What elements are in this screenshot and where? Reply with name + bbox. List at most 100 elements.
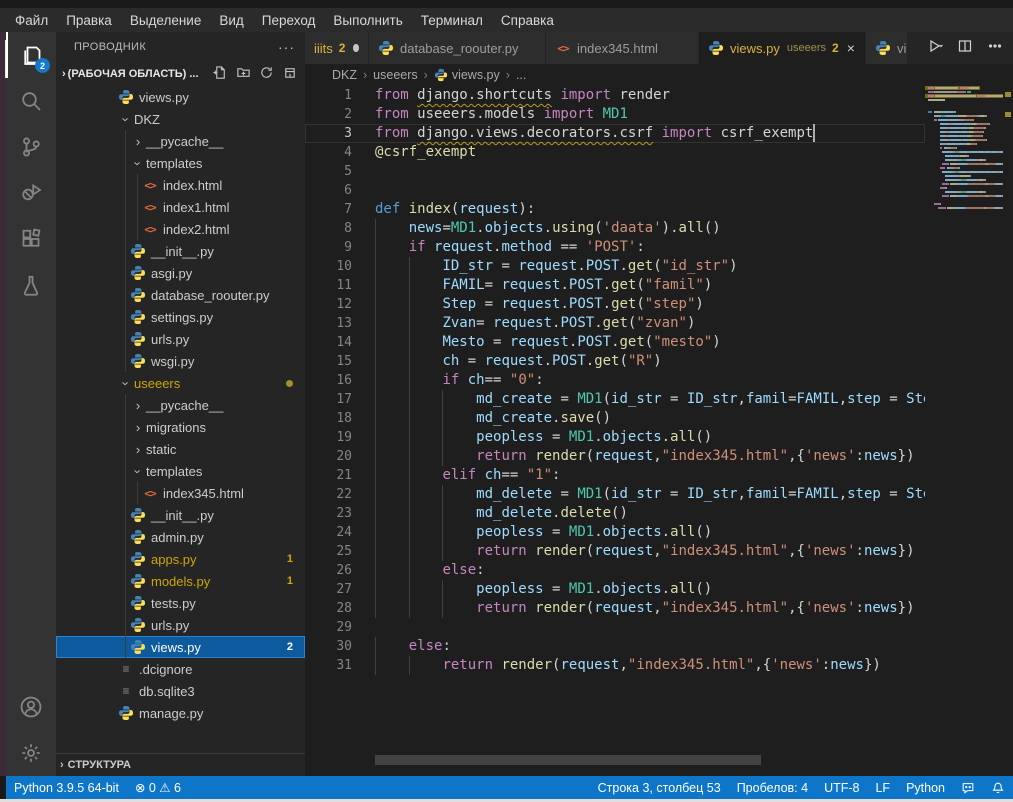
file-models-py[interactable]: models.py1 xyxy=(56,570,305,592)
folder-migrations[interactable]: ›migrations xyxy=(56,416,305,438)
new-file-icon[interactable] xyxy=(213,65,228,83)
folder-useeers[interactable]: ›useeers xyxy=(56,372,305,394)
file-apps-py[interactable]: apps.py1 xyxy=(56,548,305,570)
file-admin-py[interactable]: admin.py xyxy=(56,526,305,548)
python-file-icon xyxy=(118,705,134,721)
horizontal-scrollbar[interactable] xyxy=(375,755,761,765)
close-icon[interactable]: × xyxy=(847,40,855,56)
bell-icon[interactable] xyxy=(983,781,1013,795)
file--dcignore[interactable]: ≡.dcignore xyxy=(56,658,305,680)
more-actions-button[interactable] xyxy=(987,38,1003,59)
code-text: md_delete.delete() xyxy=(375,504,628,523)
file-index-html[interactable]: <>index.html xyxy=(56,174,305,196)
settings-gear-icon[interactable] xyxy=(6,730,56,776)
status-indentation[interactable]: Пробелов: 4 xyxy=(729,781,816,795)
split-editor-button[interactable] xyxy=(957,38,973,59)
explorer-icon[interactable]: 2 xyxy=(6,32,56,78)
line-number: 28 xyxy=(305,599,352,618)
tree-item-label: models.py xyxy=(151,574,210,589)
testing-icon[interactable] xyxy=(6,262,56,308)
file-settings-py[interactable]: settings.py xyxy=(56,306,305,328)
breadcrumb[interactable]: DKZ›useeers›views.py›... xyxy=(305,64,1013,86)
menu-item-5[interactable]: Выполнить xyxy=(324,11,411,30)
folder--pycache-[interactable]: ›__pycache__ xyxy=(56,394,305,416)
folder-static[interactable]: ›static xyxy=(56,438,305,460)
file-wsgi-py[interactable]: wsgi.py xyxy=(56,350,305,372)
status-problems[interactable]: ⊗ 0 ⚠ 6 xyxy=(127,776,189,799)
outline-section-header[interactable]: › СТРУКТУРА xyxy=(56,753,305,776)
code-text: Step = request.POST.get("step") xyxy=(375,295,704,314)
menu-item-7[interactable]: Справка xyxy=(492,11,563,30)
status-encoding[interactable]: UTF-8 xyxy=(816,781,867,795)
folder-templates[interactable]: ›templates xyxy=(56,152,305,174)
status-cursor-position[interactable]: Строка 3, столбец 53 xyxy=(590,781,729,795)
menu-item-4[interactable]: Переход xyxy=(253,11,325,30)
refresh-icon[interactable] xyxy=(259,65,274,83)
code-editor[interactable]: 1from django.shortcuts import render2fro… xyxy=(305,86,925,776)
source-control-icon[interactable] xyxy=(6,124,56,170)
new-folder-icon[interactable] xyxy=(236,65,251,83)
breadcrumb-item-1[interactable]: useeers xyxy=(373,68,417,82)
chevron-right-icon: › xyxy=(130,420,146,435)
breadcrumb-item-2[interactable]: views.py xyxy=(434,68,500,82)
file-views-py[interactable]: views.py2 xyxy=(56,636,305,658)
file-urls-py[interactable]: urls.py xyxy=(56,614,305,636)
menu-item-3[interactable]: Вид xyxy=(210,11,252,30)
menu-item-0[interactable]: Файл xyxy=(6,11,57,30)
breadcrumb-separator: › xyxy=(424,68,428,82)
feedback-icon[interactable] xyxy=(953,781,983,795)
file--init-py[interactable]: __init__.py xyxy=(56,504,305,526)
tree-item-label: __init__.py xyxy=(151,244,214,259)
workspace-section-header[interactable]: › (РАБОЧАЯ ОБЛАСТЬ) ... xyxy=(56,62,305,86)
menu-item-1[interactable]: Правка xyxy=(57,11,121,30)
menu-item-2[interactable]: Выделение xyxy=(121,11,211,30)
file-database-roouter-py[interactable]: database_roouter.py xyxy=(56,284,305,306)
run-debug-icon[interactable] xyxy=(6,170,56,216)
file-tests-py[interactable]: tests.py xyxy=(56,592,305,614)
folder--pycache-[interactable]: ›__pycache__ xyxy=(56,130,305,152)
status-python-interpreter[interactable]: Python 3.9.5 64-bit xyxy=(6,776,127,799)
file-index345-html[interactable]: <>index345.html xyxy=(56,482,305,504)
file--init-py[interactable]: __init__.py xyxy=(56,240,305,262)
search-icon[interactable] xyxy=(6,78,56,124)
account-icon[interactable] xyxy=(6,684,56,730)
tree-item-label: templates xyxy=(146,156,202,171)
line-number: 29 xyxy=(305,618,352,637)
file-manage-py[interactable]: manage.py xyxy=(56,702,305,724)
code-line-17: 17 md_create = MD1(id_str = ID_str,famil… xyxy=(305,390,925,409)
file-views-py[interactable]: views.py xyxy=(56,86,305,108)
tab-index345-html[interactable]: <>index345.html xyxy=(546,32,699,64)
file-urls-py[interactable]: urls.py xyxy=(56,328,305,350)
code-line-2: 2from useeers.models import MD1 xyxy=(305,105,925,124)
file-db-sqlite3[interactable]: ≡db.sqlite3 xyxy=(56,680,305,702)
tab-iiits[interactable]: iiits2 xyxy=(305,32,369,64)
minimap[interactable] xyxy=(925,86,1003,776)
html-file-icon: <> xyxy=(142,177,158,193)
folder-templates[interactable]: ›templates xyxy=(56,460,305,482)
code-text: FAMIL= request.POST.get("famil") xyxy=(375,276,712,295)
tab-database-roouter-py[interactable]: database_roouter.py xyxy=(369,32,546,64)
menu-item-6[interactable]: Терминал xyxy=(412,11,492,30)
tab-views-py[interactable]: views.pyuseeers2× xyxy=(699,32,866,64)
line-number: 27 xyxy=(305,580,352,599)
extensions-icon[interactable] xyxy=(6,216,56,262)
sidebar-more-icon[interactable]: ··· xyxy=(278,39,295,55)
file-index2-html[interactable]: <>index2.html xyxy=(56,218,305,240)
folder-dkz[interactable]: ›DKZ xyxy=(56,108,305,130)
breadcrumb-item-3[interactable]: ... xyxy=(516,68,526,82)
tab-vie[interactable]: vie xyxy=(866,32,908,64)
file-asgi-py[interactable]: asgi.py xyxy=(56,262,305,284)
tree-item-label: settings.py xyxy=(151,310,213,325)
tree-item-label: apps.py xyxy=(151,552,197,567)
breadcrumb-item-0[interactable]: DKZ xyxy=(332,68,357,82)
status-eol[interactable]: LF xyxy=(867,781,898,795)
collapse-all-icon[interactable] xyxy=(282,65,297,83)
overview-ruler[interactable] xyxy=(1003,86,1013,776)
tree-item-label: wsgi.py xyxy=(151,354,194,369)
code-text: return render(request,"index345.html",{'… xyxy=(375,656,881,675)
workspace-title: (РАБОЧАЯ ОБЛАСТЬ) ... xyxy=(68,68,199,80)
file-index1-html[interactable]: <>index1.html xyxy=(56,196,305,218)
warning-marker xyxy=(1005,112,1011,117)
status-language-mode[interactable]: Python xyxy=(898,781,953,795)
run-button[interactable] xyxy=(927,38,943,59)
